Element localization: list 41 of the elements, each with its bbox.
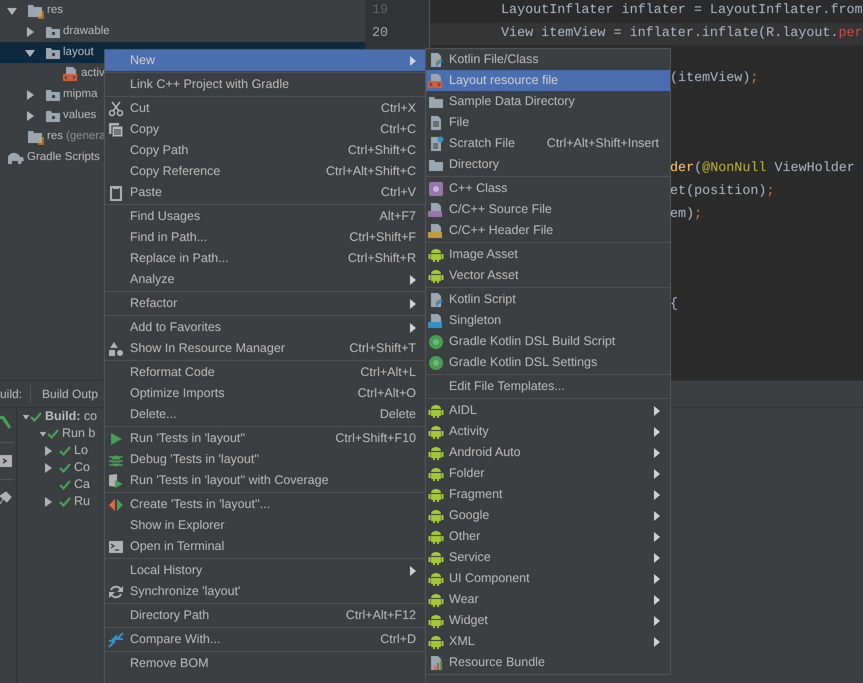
tree-label: values — [63, 108, 96, 123]
shortcut-text: Ctrl+Shift+F10 — [335, 430, 416, 448]
tree-label: res — [47, 2, 63, 18]
code-token: ; — [750, 70, 758, 88]
code-token: et(position) — [670, 182, 766, 201]
tree-label: mipma — [63, 86, 98, 102]
code-token: @NonNull — [702, 160, 766, 178]
code-token: View itemView = inflater.inflate(R.layout. — [501, 24, 838, 43]
shortcut-text: Ctrl+Alt+O — [358, 385, 416, 402]
tree-label: res — [47, 128, 63, 144]
shortcut-text: Ctrl+Alt+L — [360, 364, 416, 382]
line-number: 20 — [372, 24, 388, 43]
shortcut-text: Ctrl+Shift+T — [349, 340, 416, 358]
shortcut-text: Ctrl+Shift+C — [348, 142, 416, 160]
shortcut-text: Ctrl+X — [380, 100, 416, 118]
shortcut-text: Ctrl+Shift+R — [348, 250, 416, 268]
code-token: { — [670, 296, 678, 314]
code-token: LayoutInflater inflater = LayoutInflater.from — [501, 2, 863, 20]
tree-note: (genera — [66, 128, 106, 144]
tree-label: Gradle Scripts — [27, 150, 100, 165]
code-token: ; — [694, 206, 702, 224]
shortcut-text: Delete — [380, 406, 416, 424]
shortcut-text: Ctrl+Alt+Shift+C — [326, 163, 416, 180]
shortcut-text: Ctrl+V — [380, 184, 416, 202]
code-token: per — [838, 24, 863, 43]
code-token: der — [670, 160, 694, 178]
code-token: (itemView) — [670, 70, 750, 88]
code-token: ViewHolder — [773, 160, 855, 178]
panel-title: uild: — [0, 385, 32, 403]
tree-label: activ — [81, 66, 105, 81]
shortcut-text: Ctrl+D — [380, 631, 416, 648]
shortcut-text: Ctrl+Alt+Shift+Insert — [546, 135, 659, 152]
code-token: ; — [766, 182, 774, 201]
shortcut-text: Alt+F7 — [380, 208, 416, 226]
tree-label: layout — [63, 44, 94, 60]
shortcut-text: Ctrl+C — [380, 121, 416, 138]
shortcut-text: Ctrl+Shift+F — [349, 229, 416, 246]
tree-label: drawable — [63, 24, 110, 39]
code-token: em) — [670, 206, 694, 224]
shortcut-text: Ctrl+Alt+F12 — [346, 607, 416, 624]
code-token: ( — [694, 160, 702, 178]
